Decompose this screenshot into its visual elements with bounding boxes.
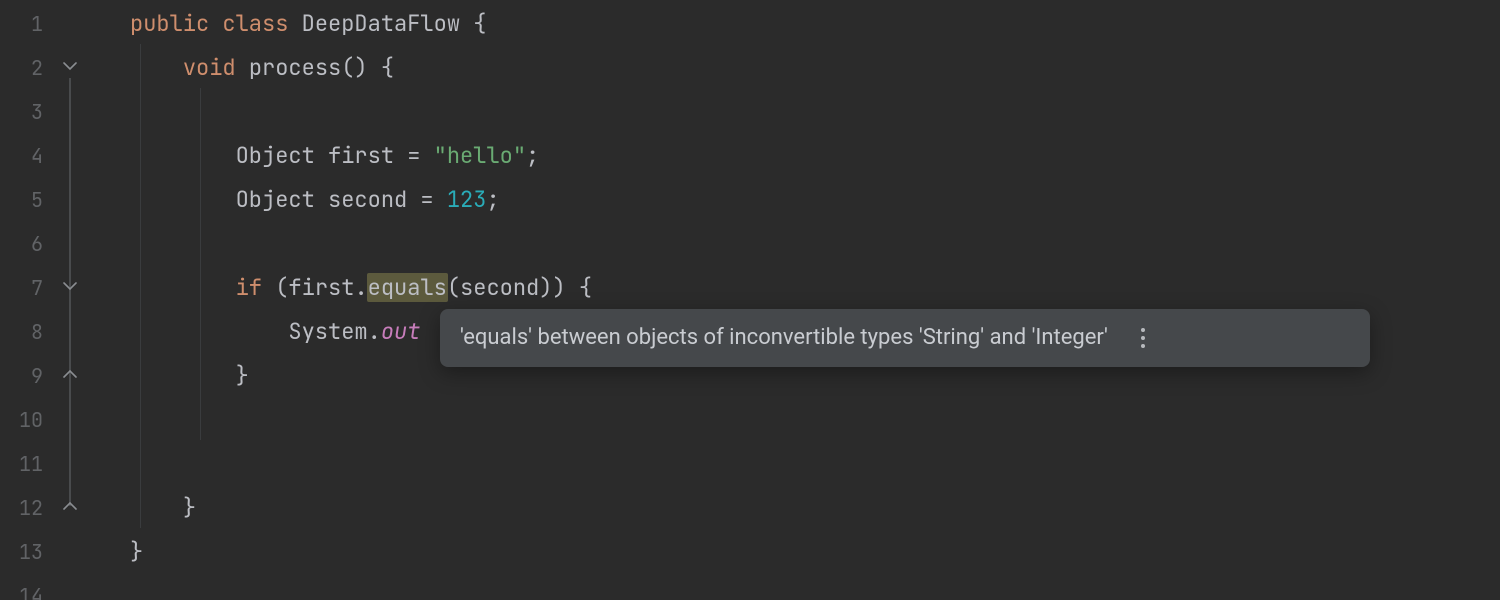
code-line[interactable] <box>130 442 1500 486</box>
code-line[interactable] <box>130 574 1500 600</box>
line-number: 14 <box>0 574 55 600</box>
line-number: 6 <box>0 222 55 266</box>
line-number: 5 <box>0 178 55 222</box>
line-number: 13 <box>0 530 55 574</box>
variable: second <box>328 185 407 214</box>
semicolon: ; <box>486 185 499 214</box>
line-number: 9 <box>0 354 55 398</box>
line-number-gutter: 1 2 3 4 5 6 7 8 9 10 11 12 13 14 <box>0 0 55 600</box>
code-editor[interactable]: 1 2 3 4 5 6 7 8 9 10 11 12 13 14 <box>0 0 1500 600</box>
line-number: 1 <box>0 2 55 46</box>
line-number: 2 <box>0 46 55 90</box>
line-number: 8 <box>0 310 55 354</box>
inspection-tooltip[interactable]: 'equals' between objects of inconvertibl… <box>440 309 1370 367</box>
parens: () <box>341 53 367 82</box>
code-line[interactable]: Object second = 123; <box>130 178 1500 222</box>
line-number: 11 <box>0 442 55 486</box>
code-line[interactable]: } <box>130 530 1500 574</box>
operator: = <box>407 185 447 214</box>
highlighted-method-call[interactable]: equals <box>367 273 448 302</box>
fold-gutter <box>55 0 85 600</box>
line-number: 12 <box>0 486 55 530</box>
code-line[interactable]: if (first.equals(second)) { <box>130 266 1500 310</box>
keyword: public <box>130 9 209 38</box>
args: (second)) <box>447 273 566 302</box>
class-name: DeepDataFlow <box>302 9 460 38</box>
fold-toggle-icon[interactable] <box>63 60 77 74</box>
inspection-message: 'equals' between objects of inconvertibl… <box>460 324 1108 353</box>
brace: { <box>473 9 486 38</box>
field-ref: out <box>381 317 421 346</box>
dot: . <box>354 273 367 302</box>
paren: ( <box>262 273 288 302</box>
variable: first <box>288 273 354 302</box>
brace: { <box>381 53 394 82</box>
brace: } <box>130 537 143 566</box>
type: Object <box>236 185 315 214</box>
code-line[interactable] <box>130 398 1500 442</box>
operator: = <box>394 141 434 170</box>
dot: . <box>368 317 381 346</box>
fold-close-icon[interactable] <box>63 500 77 514</box>
method-name: process <box>249 53 341 82</box>
keyword: class <box>222 9 288 38</box>
number-literal: 123 <box>447 185 487 214</box>
type: Object <box>236 141 315 170</box>
line-number: 7 <box>0 266 55 310</box>
string-literal: "hello" <box>434 141 526 170</box>
fold-close-icon[interactable] <box>63 368 77 382</box>
semicolon: ; <box>526 141 539 170</box>
brace: } <box>236 361 249 390</box>
code-line[interactable]: } <box>130 486 1500 530</box>
code-line[interactable]: public class DeepDataFlow { <box>130 2 1500 46</box>
variable: first <box>328 141 394 170</box>
keyword: void <box>183 53 236 82</box>
code-line[interactable]: Object first = "hello"; <box>130 134 1500 178</box>
code-line[interactable] <box>130 222 1500 266</box>
more-actions-icon[interactable] <box>1132 323 1154 353</box>
class-ref: System <box>288 317 367 346</box>
code-line[interactable] <box>130 90 1500 134</box>
keyword: if <box>236 273 262 302</box>
line-number: 10 <box>0 398 55 442</box>
code-line[interactable]: void process() { <box>130 46 1500 90</box>
line-number: 4 <box>0 134 55 178</box>
fold-toggle-icon[interactable] <box>63 280 77 294</box>
line-number: 3 <box>0 90 55 134</box>
code-area[interactable]: public class DeepDataFlow { void process… <box>85 0 1500 600</box>
brace: } <box>183 493 196 522</box>
brace: { <box>566 273 592 302</box>
